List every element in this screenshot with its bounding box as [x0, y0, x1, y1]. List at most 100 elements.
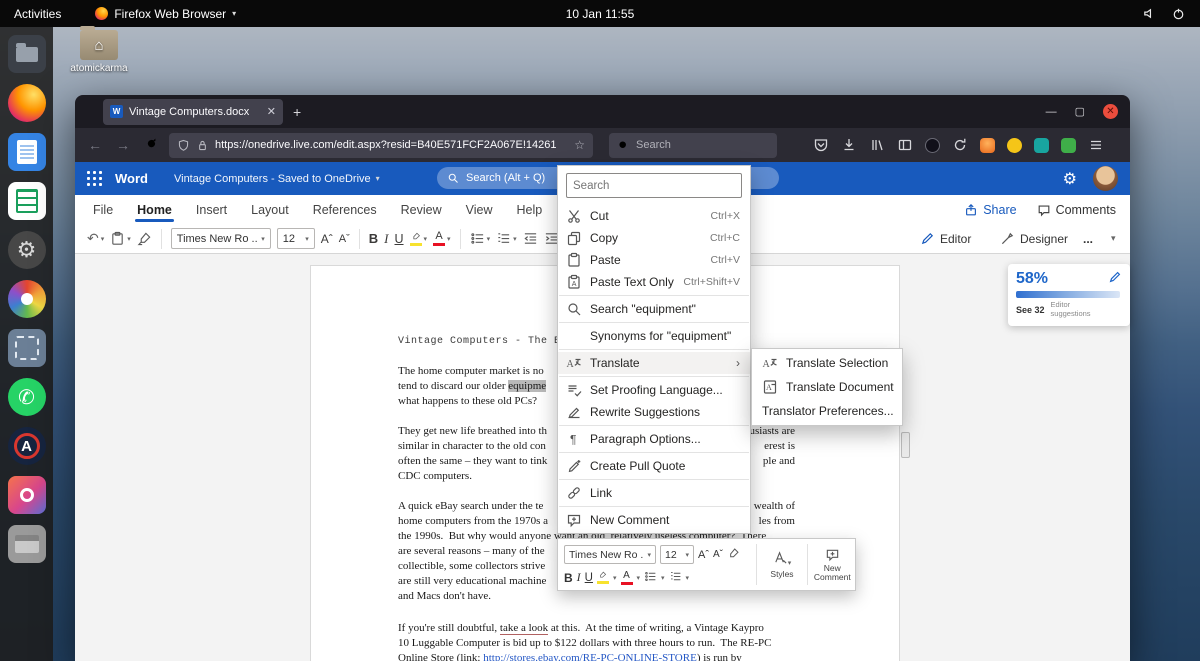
context-menu-item-set-proofing-language[interactable]: Set Proofing Language... [558, 379, 750, 401]
editor-see-count[interactable]: See 32 [1016, 305, 1045, 315]
mini-italic-button[interactable]: I [577, 570, 581, 585]
tab-insert[interactable]: Insert [196, 195, 227, 224]
sync-icon[interactable] [952, 137, 968, 153]
outdent-button[interactable] [523, 231, 538, 246]
ribbon-more-button[interactable]: ... [1083, 232, 1093, 246]
context-menu-item-create-pull-quote[interactable]: Create Pull Quote [558, 455, 750, 477]
submenu-item-translator-preferences[interactable]: Translator Preferences... [752, 399, 902, 423]
mini-font-color-button[interactable]: A [621, 571, 633, 585]
app-launcher-icon[interactable] [87, 171, 103, 187]
activities-button[interactable]: Activities [14, 7, 61, 21]
bold-button[interactable]: B [369, 231, 378, 246]
highlight-button[interactable]: ▾ [410, 232, 428, 246]
system-tray[interactable] [1142, 6, 1186, 21]
pocket-icon[interactable] [813, 137, 829, 153]
undo-button[interactable]: ↶▾ [87, 230, 104, 247]
context-menu-item-translate[interactable]: A Translate › [558, 352, 750, 374]
dock-writer-icon[interactable] [8, 133, 46, 171]
desktop-home-folder[interactable]: ⌂ atomickarma [70, 30, 128, 74]
dock-screenshot-tool-icon[interactable] [8, 329, 46, 367]
underline-button[interactable]: U [395, 232, 404, 246]
word-app-name[interactable]: Word [115, 171, 148, 186]
context-menu-item-search-equipment[interactable]: Search "equipment" [558, 298, 750, 320]
dock-settings-icon[interactable]: ⚙ [8, 231, 46, 269]
browser-tab[interactable]: W Vintage Computers.docx ✕ [103, 99, 283, 125]
tab-file[interactable]: File [93, 195, 113, 224]
context-menu-item-link[interactable]: Link [558, 482, 750, 504]
context-menu-item-paste[interactable]: PasteCtrl+V [558, 249, 750, 271]
close-button[interactable]: ✕ [1103, 104, 1118, 119]
extension-teal-icon[interactable] [1034, 138, 1049, 153]
mini-new-comment-button[interactable]: New Comment [810, 539, 855, 590]
mini-number-list-button[interactable] [669, 570, 682, 586]
submenu-item-translate-document[interactable]: A Translate Document [752, 375, 902, 399]
mini-highlight-button[interactable] [597, 571, 609, 584]
dock-photos-icon[interactable] [8, 476, 46, 514]
bookmark-star-icon[interactable]: ☆ [574, 138, 585, 152]
tab-home[interactable]: Home [137, 195, 172, 224]
mini-bold-button[interactable]: B [564, 571, 573, 585]
download-icon[interactable] [841, 137, 857, 153]
font-size-combo[interactable]: 12▾ [277, 228, 315, 249]
mini-underline-button[interactable]: U [585, 572, 593, 584]
tab-layout[interactable]: Layout [251, 195, 289, 224]
tracking-shield-icon[interactable] [177, 139, 190, 152]
context-menu-item-paste-text-only[interactable]: A Paste Text OnlyCtrl+Shift+V [558, 271, 750, 293]
avatar[interactable] [1093, 166, 1118, 191]
extension-green-icon[interactable] [1061, 138, 1076, 153]
italic-button[interactable]: I [384, 231, 388, 247]
share-button[interactable]: Share [964, 203, 1016, 217]
context-menu-search[interactable] [566, 173, 742, 198]
dock-media-app-icon[interactable] [8, 280, 46, 318]
mini-shrink-font-button[interactable]: Aˇ [713, 549, 723, 560]
context-menu-search-input[interactable] [573, 180, 735, 192]
mini-format-painter-button[interactable] [727, 547, 740, 563]
context-menu-item-copy[interactable]: CopyCtrl+C [558, 227, 750, 249]
library-icon[interactable] [869, 137, 885, 153]
font-name-combo[interactable]: Times New Ro ...▾ [171, 228, 271, 249]
mini-styles-button[interactable]: ▾ Styles [759, 539, 804, 590]
account-icon[interactable] [925, 138, 940, 153]
dock-firefox-icon[interactable] [8, 84, 46, 122]
dock-whatsapp-icon[interactable]: ✆ [8, 378, 46, 416]
mini-font-name-combo[interactable]: Times New Ro ...▾ [564, 545, 656, 564]
lock-icon[interactable] [196, 139, 209, 152]
context-menu-item-synonyms[interactable]: Synonyms for "equipment" [558, 325, 750, 347]
collapse-ribbon-button[interactable]: ▾ [1111, 233, 1116, 244]
format-painter-button[interactable] [137, 231, 152, 246]
font-color-button[interactable]: A▾ [433, 231, 451, 246]
dock-spreadsheet-icon[interactable] [8, 182, 46, 220]
hyperlink[interactable]: http://stores.ebay.com/RE-PC-ONLINE-STOR… [483, 652, 697, 661]
context-menu-item-cut[interactable]: CutCtrl+X [558, 205, 750, 227]
browser-search-bar[interactable]: Search [609, 133, 777, 158]
url-text[interactable]: https://onedrive.live.com/edit.aspx?resi… [215, 139, 568, 151]
dock-files-icon[interactable] [8, 35, 46, 73]
mini-font-size-combo[interactable]: 12▾ [660, 545, 694, 564]
editor-score-card[interactable]: 58% See 32 Editorsuggestions [1008, 264, 1130, 326]
tab-help[interactable]: Help [517, 195, 543, 224]
context-menu-item-rewrite-suggestions[interactable]: Rewrite Suggestions [558, 401, 750, 423]
tab-view[interactable]: View [466, 195, 493, 224]
extension-orange-icon[interactable] [980, 138, 995, 153]
reload-button[interactable] [141, 137, 161, 153]
sidebar-icon[interactable] [897, 137, 913, 153]
editor-button[interactable]: Editor [920, 231, 971, 246]
context-menu-item-paragraph-options[interactable]: ¶ Paragraph Options... [558, 428, 750, 450]
tab-review[interactable]: Review [401, 195, 442, 224]
paste-button[interactable]: ▾ [110, 231, 131, 246]
dock-a-launcher-icon[interactable]: A [8, 427, 46, 465]
dock-archive-icon[interactable] [8, 525, 46, 563]
settings-gear-icon[interactable]: ⚙ [1063, 169, 1077, 189]
tab-close-icon[interactable]: ✕ [267, 105, 276, 118]
url-bar[interactable]: https://onedrive.live.com/edit.aspx?resi… [169, 133, 593, 158]
forward-button[interactable]: → [113, 137, 133, 153]
extension-yellow-icon[interactable] [1007, 138, 1022, 153]
document-title-status[interactable]: Vintage Computers - Saved to OneDrive ▾ [174, 173, 380, 185]
bullet-list-button[interactable]: ▾ [470, 231, 491, 246]
scrollbar-thumb[interactable] [901, 432, 910, 458]
context-menu-item-new-comment[interactable]: New Comment [558, 509, 750, 531]
number-list-button[interactable]: ▾ [496, 231, 517, 246]
mini-grow-font-button[interactable]: Aˆ [698, 549, 709, 561]
grow-font-button[interactable]: Aˆ [321, 232, 333, 246]
submenu-item-translate-selection[interactable]: A Translate Selection [752, 351, 902, 375]
